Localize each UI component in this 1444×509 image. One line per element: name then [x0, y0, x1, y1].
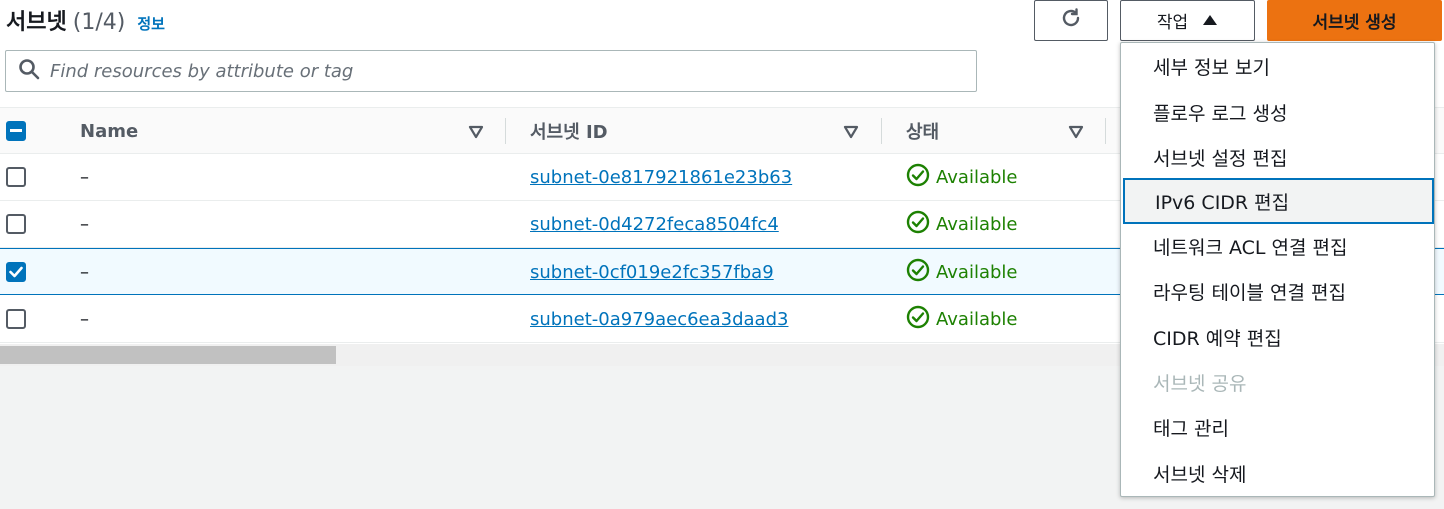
row-name: –	[80, 166, 89, 188]
page-title: 서브넷 (1/4) 정보	[6, 4, 165, 36]
subnet-id-link[interactable]: subnet-0d4272feca8504fc4	[530, 201, 779, 247]
select-all-checkbox[interactable]	[6, 108, 26, 154]
row-name: –	[80, 308, 89, 330]
subnet-id-link[interactable]: subnet-0e817921861e23b63	[530, 154, 792, 200]
sort-down-icon[interactable]	[843, 124, 859, 143]
refresh-button[interactable]	[1034, 0, 1108, 41]
menu-item-edit-network-acl[interactable]: 네트워크 ACL 연결 편집	[1121, 223, 1434, 269]
sort-down-icon[interactable]	[468, 124, 484, 143]
status-badge: Available	[906, 201, 1017, 247]
checkbox-icon	[6, 167, 26, 187]
menu-item-delete-subnet[interactable]: 서브넷 삭제	[1121, 450, 1434, 496]
menu-item-create-flow-log[interactable]: 플로우 로그 생성	[1121, 89, 1434, 135]
caret-up-icon	[1202, 11, 1218, 31]
check-circle-icon	[906, 258, 930, 287]
status-text: Available	[936, 213, 1018, 235]
menu-item-manage-tags[interactable]: 태그 관리	[1121, 404, 1434, 450]
row-checkbox[interactable]	[6, 249, 26, 295]
page-title-text: 서브넷	[6, 10, 67, 35]
column-divider[interactable]	[1105, 118, 1106, 144]
row-checkbox[interactable]	[6, 201, 26, 247]
search-input[interactable]	[50, 60, 950, 82]
scrollbar-thumb[interactable]	[0, 346, 336, 364]
checkbox-icon	[6, 309, 26, 329]
status-badge: Available	[906, 296, 1017, 342]
column-header-name[interactable]: Name	[80, 108, 138, 154]
status-text: Available	[936, 261, 1018, 283]
row-checkbox[interactable]	[6, 154, 26, 200]
check-circle-icon	[906, 163, 930, 192]
row-checkbox[interactable]	[6, 296, 26, 342]
search-icon	[18, 58, 40, 84]
status-badge: Available	[906, 154, 1017, 200]
sort-down-icon[interactable]	[1068, 124, 1084, 143]
info-link[interactable]: 정보	[137, 13, 165, 34]
status-text: Available	[936, 308, 1018, 330]
row-name: –	[80, 261, 89, 283]
menu-item-edit-subnet-settings[interactable]: 서브넷 설정 편집	[1121, 134, 1434, 180]
column-divider[interactable]	[881, 118, 882, 144]
check-circle-icon	[906, 210, 930, 239]
column-header-state[interactable]: 상태	[906, 108, 939, 154]
status-badge: Available	[906, 249, 1017, 295]
selection-count: (1/4)	[72, 10, 126, 35]
search-bar[interactable]	[5, 50, 977, 92]
actions-button-label: 작업	[1156, 13, 1189, 33]
create-subnet-label: 서브넷 생성	[1312, 13, 1397, 33]
column-divider[interactable]	[505, 118, 506, 144]
subnet-id-link[interactable]: subnet-0a979aec6ea3daad3	[530, 296, 788, 342]
column-header-subnet-id[interactable]: 서브넷 ID	[530, 108, 608, 154]
menu-item-edit-route-table[interactable]: 라우팅 테이블 연결 편집	[1121, 268, 1434, 314]
checkbox-icon	[6, 214, 26, 234]
indeterminate-checkbox-icon	[6, 121, 26, 141]
actions-dropdown-menu: 세부 정보 보기 플로우 로그 생성 서브넷 설정 편집 IPv6 CIDR 편…	[1120, 42, 1435, 497]
menu-item-edit-cidr-reservations[interactable]: CIDR 예약 편집	[1121, 314, 1434, 360]
menu-item-edit-ipv6-cidr[interactable]: IPv6 CIDR 편집	[1123, 178, 1434, 224]
checkbox-checked-icon	[6, 262, 26, 282]
check-circle-icon	[906, 305, 930, 334]
create-subnet-button[interactable]: 서브넷 생성	[1267, 0, 1442, 41]
actions-button[interactable]: 작업	[1120, 0, 1255, 41]
menu-item-share-subnet: 서브넷 공유	[1153, 372, 1247, 395]
status-text: Available	[936, 166, 1018, 188]
row-name: –	[80, 213, 89, 235]
refresh-icon	[1059, 6, 1083, 35]
subnet-id-link[interactable]: subnet-0cf019e2fc357fba9	[530, 249, 774, 295]
menu-item-view-details[interactable]: 세부 정보 보기	[1121, 43, 1434, 89]
